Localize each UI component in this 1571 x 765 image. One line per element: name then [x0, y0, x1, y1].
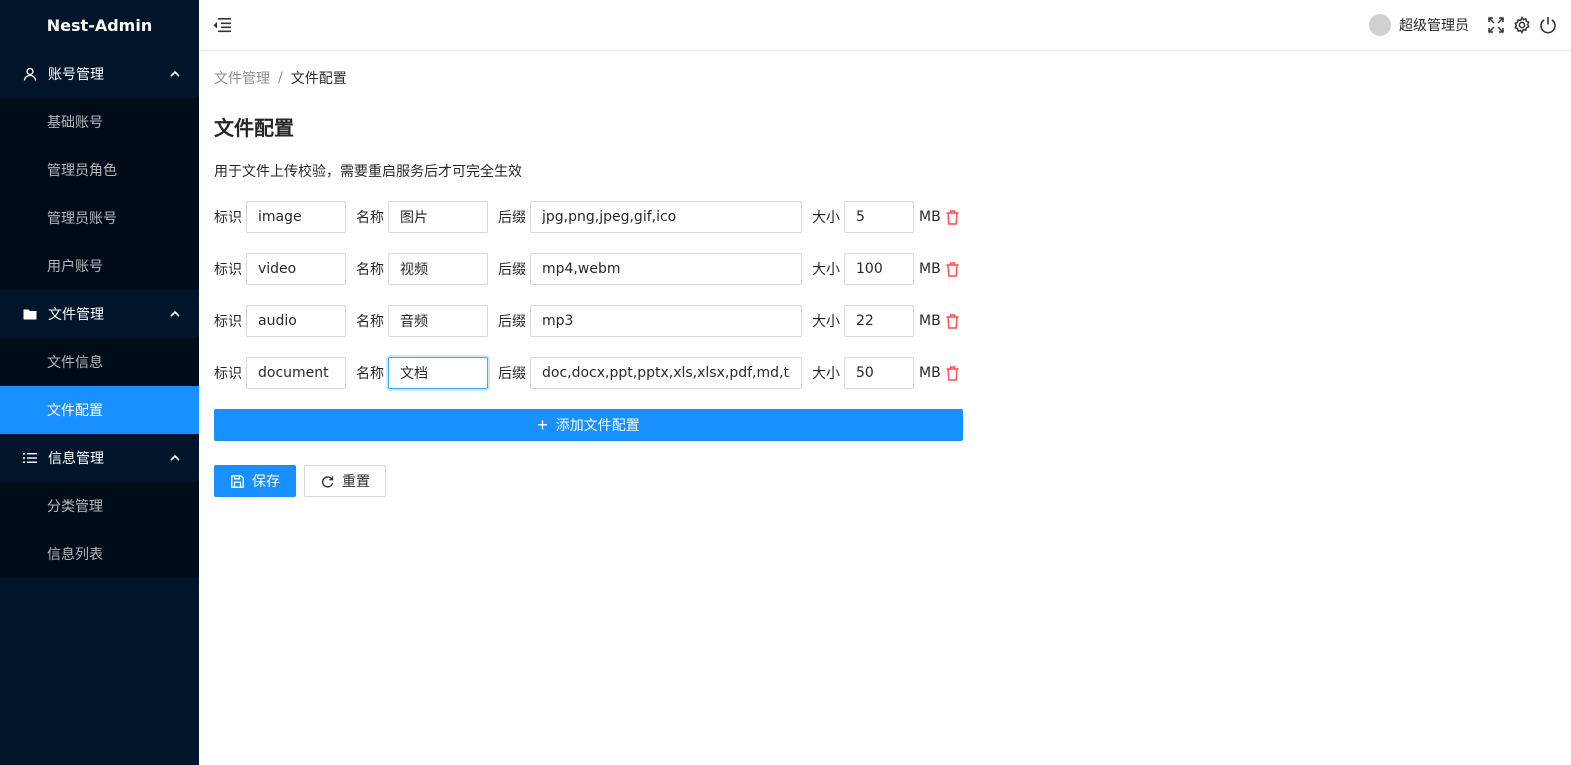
app-logo: Nest-Admin — [46, 15, 153, 35]
plus-icon: + — [537, 415, 548, 435]
trash-icon[interactable] — [946, 313, 960, 329]
save-button-label: 保存 — [252, 474, 280, 490]
submenu-info: 分类管理 信息列表 — [0, 482, 199, 578]
sidebar-item-file-info[interactable]: 文件信息 — [0, 338, 199, 386]
menu-group-label: 信息管理 — [48, 451, 104, 467]
key-label: 标识 — [214, 314, 242, 330]
list-icon — [22, 450, 38, 466]
key-input[interactable] — [246, 305, 346, 337]
config-row: 标识 名称 后缀 大小 MB — [214, 253, 1571, 285]
trash-icon[interactable] — [946, 365, 960, 381]
ext-label: 后缀 — [498, 366, 526, 382]
save-icon — [230, 474, 244, 488]
reset-button[interactable]: 重置 — [304, 465, 386, 497]
menu-group-info[interactable]: 信息管理 — [0, 434, 199, 482]
page-description: 用于文件上传校验，需要重启服务后才可完全生效 — [214, 164, 522, 180]
avatar[interactable] — [1369, 14, 1391, 36]
menu-group-label: 文件管理 — [48, 307, 104, 323]
size-label: 大小 — [812, 210, 840, 226]
ext-input[interactable] — [530, 253, 802, 285]
size-unit: MB — [919, 365, 941, 381]
sidebar-item-user-account[interactable]: 用户账号 — [0, 242, 199, 290]
sidebar-item-category[interactable]: 分类管理 — [0, 482, 199, 530]
sidebar-item-basic-account[interactable]: 基础账号 — [0, 98, 199, 146]
menu-group-account[interactable]: 账号管理 — [0, 50, 199, 98]
ext-label: 后缀 — [498, 210, 526, 226]
trash-icon[interactable] — [946, 261, 960, 277]
sidebar-item-admin-role[interactable]: 管理员角色 — [0, 146, 199, 194]
ext-label: 后缀 — [498, 262, 526, 278]
size-unit: MB — [919, 261, 941, 277]
key-input[interactable] — [246, 201, 346, 233]
size-input[interactable] — [844, 305, 914, 337]
size-label: 大小 — [812, 262, 840, 278]
key-label: 标识 — [214, 262, 242, 278]
power-icon[interactable] — [1539, 16, 1557, 34]
name-input[interactable] — [388, 357, 488, 389]
submenu-account: 基础账号 管理员角色 管理员账号 用户账号 — [0, 98, 199, 290]
breadcrumb-separator: / — [278, 70, 283, 86]
size-input[interactable] — [844, 253, 914, 285]
size-unit: MB — [919, 313, 941, 329]
key-input[interactable] — [246, 253, 346, 285]
fullscreen-icon[interactable] — [1487, 16, 1505, 34]
name-input[interactable] — [388, 253, 488, 285]
save-button[interactable]: 保存 — [214, 465, 296, 497]
menu-group-file[interactable]: 文件管理 — [0, 290, 199, 338]
folder-icon — [22, 306, 38, 322]
name-label: 名称 — [356, 262, 384, 278]
chevron-up-icon — [169, 452, 181, 464]
breadcrumb: 文件管理 / 文件配置 — [214, 68, 1571, 88]
name-label: 名称 — [356, 366, 384, 382]
size-label: 大小 — [812, 366, 840, 382]
ext-input[interactable] — [530, 201, 802, 233]
key-input[interactable] — [246, 357, 346, 389]
add-file-config-button[interactable]: + 添加文件配置 — [214, 409, 963, 441]
page-title: 文件配置 — [214, 116, 294, 140]
reset-button-label: 重置 — [342, 474, 370, 490]
name-label: 名称 — [356, 210, 384, 226]
ext-input[interactable] — [530, 357, 802, 389]
ext-label: 后缀 — [498, 314, 526, 330]
size-input[interactable] — [844, 201, 914, 233]
config-row: 标识 名称 后缀 大小 MB — [214, 357, 1571, 389]
user-icon — [22, 66, 38, 82]
add-button-label: 添加文件配置 — [555, 417, 640, 433]
submenu-file: 文件信息 文件配置 — [0, 338, 199, 434]
config-row: 标识 名称 后缀 大小 MB — [214, 201, 1571, 233]
sidebar-item-info-list[interactable]: 信息列表 — [0, 530, 199, 578]
name-input[interactable] — [388, 305, 488, 337]
reload-icon — [320, 474, 334, 488]
sidebar: Nest-Admin 账号管理 基础账号 管理员角色 管理员账号 用户账号 文件… — [0, 0, 199, 765]
form-actions: 保存 重置 — [214, 465, 1571, 497]
user-name[interactable]: 超级管理员 — [1399, 15, 1469, 35]
name-input[interactable] — [388, 201, 488, 233]
main-content: 文件管理 / 文件配置 文件配置 用于文件上传校验，需要重启服务后才可完全生效 … — [214, 51, 1571, 765]
key-label: 标识 — [214, 366, 242, 382]
chevron-up-icon — [169, 68, 181, 80]
sidebar-item-admin-account[interactable]: 管理员账号 — [0, 194, 199, 242]
config-row: 标识 名称 后缀 大小 MB — [214, 305, 1571, 337]
chevron-up-icon — [169, 308, 181, 320]
sidebar-item-file-config[interactable]: 文件配置 — [0, 386, 199, 434]
ext-input[interactable] — [530, 305, 802, 337]
breadcrumb-parent[interactable]: 文件管理 — [214, 68, 270, 88]
top-header: 超级管理员 — [199, 0, 1571, 51]
size-unit: MB — [919, 209, 941, 225]
gear-icon[interactable] — [1513, 16, 1531, 34]
breadcrumb-current: 文件配置 — [290, 71, 347, 87]
menu-group-label: 账号管理 — [48, 67, 104, 83]
size-input[interactable] — [844, 357, 914, 389]
size-label: 大小 — [812, 314, 840, 330]
trash-icon[interactable] — [946, 209, 960, 225]
menu-fold-icon[interactable] — [213, 16, 231, 34]
key-label: 标识 — [214, 210, 242, 226]
config-list: 标识 名称 后缀 大小 MB 标识 名称 后缀 大小 MB — [214, 201, 1571, 389]
name-label: 名称 — [356, 314, 384, 330]
